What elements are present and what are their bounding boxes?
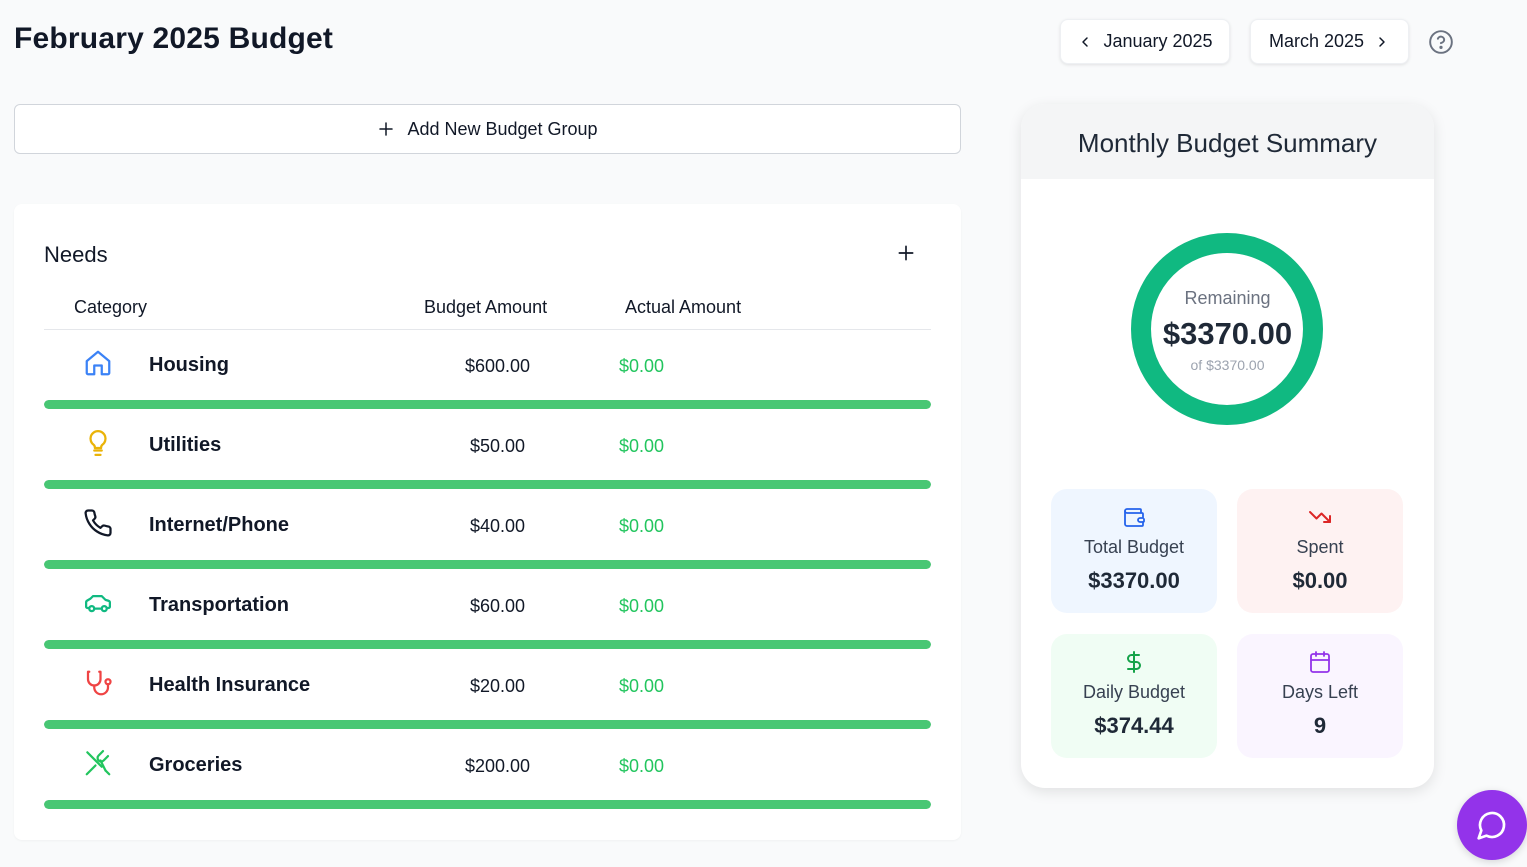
next-month-label: March 2025	[1268, 31, 1365, 51]
lightbulb-icon	[89, 430, 107, 456]
add-category-button[interactable]	[896, 243, 916, 263]
budget-amount[interactable]: $20.00	[434, 676, 561, 697]
summary-title: Monthly Budget Summary	[1077, 128, 1378, 158]
remaining-value: $3370.00	[1162, 316, 1293, 351]
column-header-actual: Actual Amount	[625, 297, 742, 317]
progress-bar-fill	[44, 480, 931, 489]
stat-value: $3370.00	[1088, 568, 1180, 593]
trending-down-icon	[1309, 511, 1331, 523]
home-icon	[85, 350, 111, 376]
progress-bar-fill	[44, 800, 931, 809]
dollar-icon	[1127, 651, 1141, 673]
progress-bar	[44, 480, 931, 489]
actual-amount: $0.00	[619, 596, 665, 616]
calendar-icon	[1310, 651, 1330, 673]
progress-bar-fill	[44, 640, 931, 649]
stat-days-left: Days Left 9	[1237, 634, 1403, 758]
add-budget-group-label: Add New Budget Group	[407, 118, 598, 139]
category-row-housing[interactable]: Housing $600.00 $0.00	[44, 330, 931, 410]
stat-value: $0.00	[1292, 568, 1348, 593]
chevron-right-icon	[1379, 36, 1385, 47]
progress-bar	[44, 640, 931, 649]
budget-amount[interactable]: $50.00	[434, 436, 561, 457]
stat-label: Days Left	[1281, 682, 1359, 702]
stat-label: Spent	[1296, 537, 1344, 557]
budget-amount[interactable]: $200.00	[434, 756, 561, 777]
progress-bar	[44, 560, 931, 569]
category-name: Internet/Phone	[149, 514, 290, 536]
add-budget-group-button[interactable]: Add New Budget Group	[14, 104, 961, 154]
stat-total-budget: Total Budget $3370.00	[1051, 489, 1217, 613]
category-row-groceries[interactable]: Groceries $200.00 $0.00	[44, 730, 931, 810]
budget-amount[interactable]: $600.00	[434, 356, 561, 377]
progress-bar-fill	[44, 560, 931, 569]
phone-icon	[84, 509, 112, 537]
chevron-left-icon	[1082, 36, 1089, 47]
monthly-summary-card: Monthly Budget Summary Remaining $3370.0…	[1021, 104, 1434, 788]
next-month-button[interactable]: March 2025	[1250, 19, 1409, 64]
stat-spent: Spent $0.00	[1237, 489, 1403, 613]
stat-label: Total Budget	[1083, 537, 1185, 557]
category-row-health-insurance[interactable]: Health Insurance $20.00 $0.00	[44, 650, 931, 730]
category-name: Housing	[149, 354, 229, 376]
actual-amount: $0.00	[619, 676, 665, 696]
actual-amount: $0.00	[619, 436, 665, 456]
stat-value: 9	[1313, 713, 1327, 738]
category-row-internet-phone[interactable]: Internet/Phone $40.00 $0.00	[44, 490, 931, 570]
actual-amount: $0.00	[619, 356, 665, 376]
group-title: Needs	[44, 242, 108, 267]
page-title: February 2025 Budget	[14, 22, 334, 55]
stat-daily-budget: Daily Budget $374.44	[1051, 634, 1217, 758]
remaining-label: Remaining	[1184, 288, 1271, 308]
category-row-transportation[interactable]: Transportation $60.00 $0.00	[44, 570, 931, 650]
remaining-of-total: of $3370.00	[1190, 357, 1265, 373]
progress-bar	[44, 720, 931, 729]
column-header-budget: Budget Amount	[424, 297, 548, 317]
column-header-category: Category	[74, 297, 148, 317]
budget-amount[interactable]: $40.00	[434, 516, 561, 537]
actual-amount: $0.00	[619, 516, 665, 536]
category-name: Transportation	[149, 594, 290, 616]
progress-bar	[44, 400, 931, 409]
progress-bar-fill	[44, 720, 931, 729]
message-circle-icon	[1477, 811, 1506, 840]
category-name: Groceries	[149, 754, 243, 776]
chat-button[interactable]	[1457, 790, 1527, 860]
budget-group-needs: Needs Category Budget Amount Actual Amou…	[14, 204, 961, 840]
car-icon	[85, 595, 111, 613]
wallet-icon	[1124, 508, 1145, 527]
plus-icon	[379, 122, 394, 136]
utensils-icon	[85, 750, 111, 776]
stat-value: $374.44	[1094, 713, 1174, 738]
progress-bar-fill	[44, 400, 931, 409]
budget-amount[interactable]: $60.00	[434, 596, 561, 617]
prev-month-button[interactable]: January 2025	[1060, 19, 1230, 64]
stat-label: Daily Budget	[1082, 682, 1186, 702]
category-name: Health Insurance	[149, 674, 311, 696]
category-name: Utilities	[149, 434, 222, 456]
category-row-utilities[interactable]: Utilities $50.00 $0.00	[44, 410, 931, 490]
actual-amount: $0.00	[619, 756, 665, 776]
help-circle-icon[interactable]	[1428, 29, 1454, 55]
stethoscope-icon	[86, 670, 112, 696]
prev-month-label: January 2025	[1103, 31, 1213, 51]
progress-bar	[44, 800, 931, 809]
